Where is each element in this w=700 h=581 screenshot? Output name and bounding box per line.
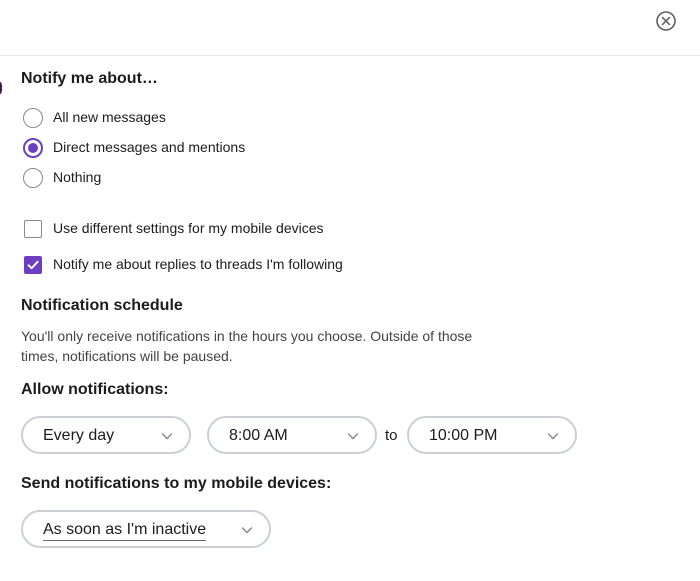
days-select[interactable]: Every day: [21, 416, 191, 454]
radio-label-direct-messages-mentions: Direct messages and mentions: [53, 139, 246, 155]
chevron-down-icon: [547, 433, 559, 440]
mobile-notifications-heading: Send notifications to my mobile devices:: [21, 475, 332, 492]
thread-replies-checkbox[interactable]: [24, 256, 42, 274]
mobile-settings-checkbox[interactable]: [24, 220, 42, 238]
end-time-select[interactable]: 10:00 PM: [407, 416, 577, 454]
schedule-heading: Notification schedule: [21, 297, 183, 314]
time-range-to-label: to: [385, 427, 398, 444]
chevron-down-icon: [347, 433, 359, 440]
notification-preferences-panel: Notify me about… All new messages Direct…: [0, 0, 700, 581]
radio-direct-messages-mentions[interactable]: [23, 138, 43, 158]
panel-header: [0, 0, 700, 56]
radio-nothing[interactable]: [23, 168, 43, 188]
radio-label-nothing: Nothing: [53, 169, 102, 185]
days-select-value: Every day: [43, 427, 115, 444]
start-time-select[interactable]: 8:00 AM: [207, 416, 377, 454]
radio-all-new-messages[interactable]: [23, 108, 43, 128]
close-circle-icon: [656, 11, 676, 31]
focus-edge-indicator: [0, 80, 2, 96]
thread-replies-label: Notify me about replies to threads I'm f…: [53, 256, 343, 272]
mobile-settings-label: Use different settings for my mobile dev…: [53, 220, 324, 236]
chevron-down-icon: [161, 433, 173, 440]
mobile-timing-value: As soon as I'm inactive: [43, 521, 207, 541]
end-time-value: 10:00 PM: [429, 427, 498, 444]
checkmark-icon: [27, 260, 39, 270]
chevron-down-icon: [241, 527, 253, 534]
notify-heading: Notify me about…: [21, 70, 158, 87]
mobile-timing-select[interactable]: As soon as I'm inactive: [21, 510, 271, 548]
start-time-value: 8:00 AM: [229, 427, 288, 444]
close-button[interactable]: [654, 9, 678, 33]
allow-notifications-label: Allow notifications:: [21, 381, 169, 398]
schedule-description: You'll only receive notifications in the…: [21, 328, 473, 364]
radio-label-all-new-messages: All new messages: [53, 109, 166, 125]
